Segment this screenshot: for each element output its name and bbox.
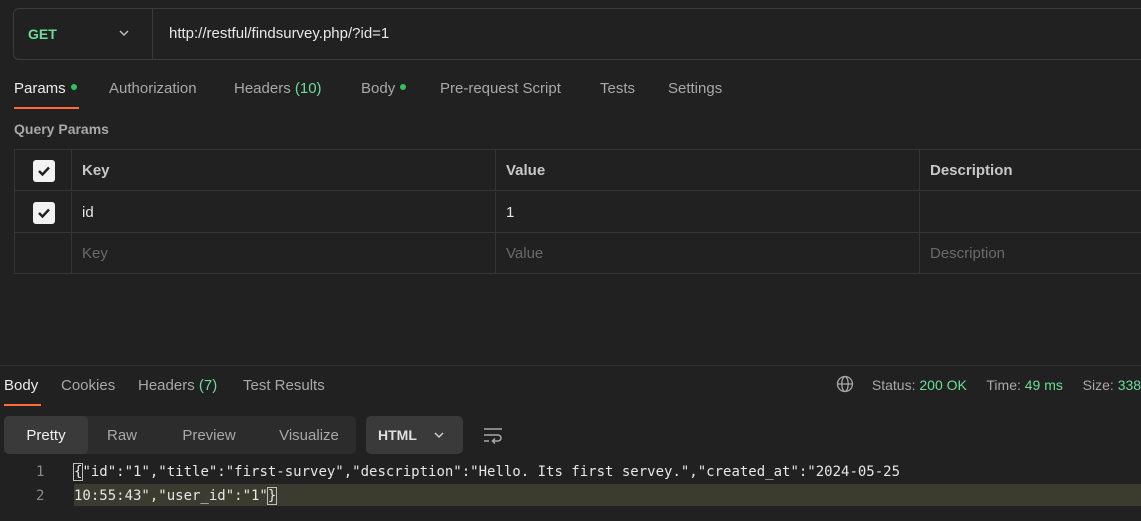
size-label: Size:: [1082, 377, 1114, 393]
column-header-key: Key: [72, 150, 496, 191]
empty-checkbox-cell: [15, 233, 72, 274]
url-input[interactable]: http://restful/findsurvey.php/?id=1: [169, 25, 389, 42]
table-row: Key Value Description: [15, 233, 1141, 274]
row-checkbox-cell: [15, 192, 72, 233]
tab-tests[interactable]: Tests: [600, 80, 635, 97]
response-tab-headers[interactable]: Headers (7): [138, 377, 217, 394]
status-dot: [70, 84, 77, 91]
param-description-cell[interactable]: [920, 192, 1141, 233]
response-tab-body[interactable]: Body: [4, 377, 38, 394]
code-text: 10:55:43","user_id":"1": [74, 488, 268, 504]
mode-raw-button[interactable]: Raw: [88, 416, 156, 454]
code-line[interactable]: {"id":"1","title":"first-survey","descri…: [72, 463, 901, 481]
active-tab-indicator: [14, 107, 79, 109]
view-mode-group: Pretty Raw Preview Visualize: [4, 416, 356, 454]
chevron-down-icon: [434, 432, 444, 439]
tab-params[interactable]: Params: [14, 80, 77, 97]
active-response-tab-indicator: [4, 404, 41, 406]
tab-body[interactable]: Body: [361, 80, 407, 97]
description-placeholder[interactable]: Description: [920, 233, 1141, 274]
request-bar: GET http://restful/findsurvey.php/?id=1: [13, 8, 1141, 60]
line-number: 1: [36, 464, 45, 480]
size-value: 338: [1117, 377, 1141, 393]
mode-pretty-button[interactable]: Pretty: [4, 416, 88, 454]
param-value-cell[interactable]: 1: [496, 192, 920, 233]
select-all-checkbox[interactable]: [33, 159, 55, 182]
status-value: 200 OK: [919, 377, 967, 393]
header-checkbox-cell: [15, 150, 72, 191]
query-params-table: Key Value Description id 1 Key Value Des…: [14, 149, 1141, 274]
matched-bracket: }: [266, 487, 278, 505]
format-select[interactable]: HTML: [366, 416, 463, 454]
mode-visualize-button[interactable]: Visualize: [262, 416, 356, 454]
response-tab-test-results[interactable]: Test Results: [243, 377, 325, 394]
tab-settings[interactable]: Settings: [668, 80, 722, 97]
status-dot: [400, 84, 407, 91]
column-header-value: Value: [496, 150, 920, 191]
globe-icon[interactable]: [836, 375, 854, 393]
mode-preview-button[interactable]: Preview: [156, 416, 262, 454]
checkmark-icon: [38, 208, 50, 218]
word-wrap-icon[interactable]: [482, 425, 504, 445]
response-divider[interactable]: [0, 365, 1141, 366]
time-value: 49 ms: [1024, 377, 1063, 393]
query-params-title: Query Params: [14, 121, 109, 137]
table-row: id 1: [15, 192, 1141, 233]
value-placeholder[interactable]: Value: [496, 233, 920, 274]
method-select[interactable]: GET: [28, 26, 57, 42]
code-line[interactable]: 10:55:43","user_id":"1"}: [74, 487, 278, 505]
row-checkbox[interactable]: [33, 201, 55, 224]
response-tab-cookies[interactable]: Cookies: [61, 377, 115, 394]
format-value: HTML: [378, 427, 417, 443]
code-text: "id":"1","title":"first-survey","descrip…: [82, 464, 901, 480]
key-placeholder[interactable]: Key: [72, 233, 496, 274]
status-label: Status:: [871, 377, 916, 393]
divider: [152, 9, 153, 59]
response-status: Status: 200 OK Time: 49 ms Size: 338: [836, 375, 1141, 395]
column-header-description: Description: [930, 162, 1013, 179]
tab-authorization[interactable]: Authorization: [109, 80, 197, 97]
checkmark-icon: [38, 166, 50, 176]
table-header-row: Key Value Description: [15, 150, 1141, 191]
tab-pre-request-script[interactable]: Pre-request Script: [440, 80, 561, 97]
time-label: Time:: [986, 377, 1021, 393]
chevron-down-icon[interactable]: [118, 27, 130, 39]
tab-headers[interactable]: Headers (10): [234, 80, 322, 97]
param-key-cell[interactable]: id: [72, 192, 496, 233]
line-number: 2: [36, 488, 45, 504]
